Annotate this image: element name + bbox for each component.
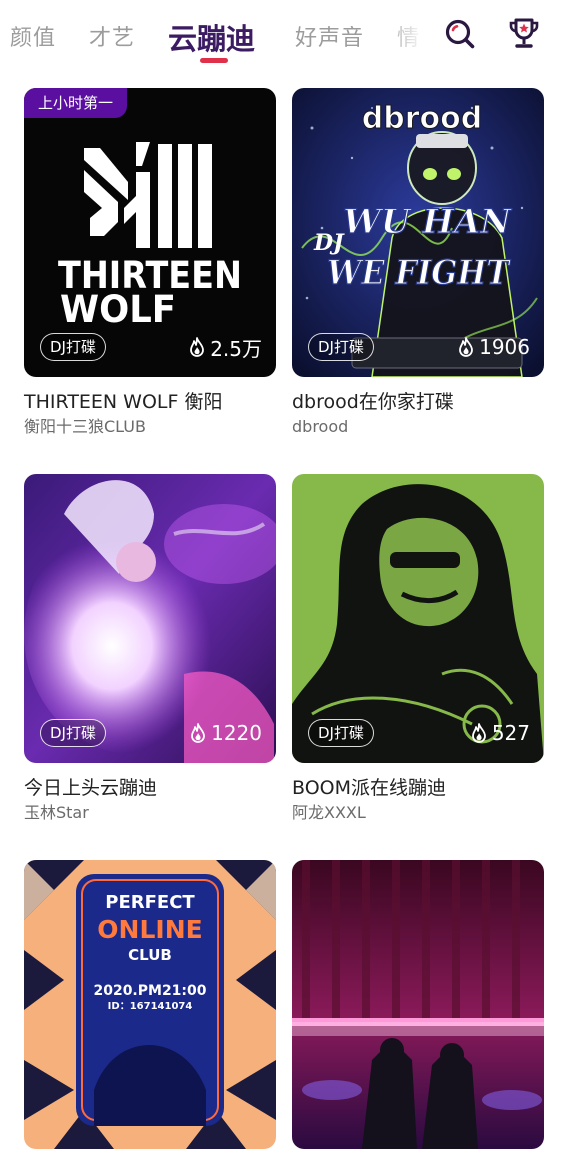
rank-badge: 上小时第一 [24,88,128,118]
flame-icon [459,337,473,357]
room-host: 阿龙XXXL [292,803,366,822]
cover-text-id: ID：167141074 [108,1001,193,1012]
cover-text-dj: DJ [313,230,345,256]
flame-icon [190,337,205,357]
live-room-card-6[interactable] [292,860,544,1149]
category-tab-bar: 颜值 才艺 云蹦迪 好声音 情 [0,0,568,72]
search-button[interactable] [442,14,478,54]
heat-value: 1906 [479,335,530,359]
tab-caiyi[interactable]: 才艺 [89,20,135,52]
room-title: dbrood在你家打碟 [292,391,454,413]
room-title: BOOM派在线蹦迪 [292,777,447,799]
room-cover: THIRTEEN WOLF 上小时第一 DJ打碟 2.5万 [24,88,276,377]
heat-count: 527 [471,721,530,745]
room-title: THIRTEEN WOLF 衡阳 [24,391,223,413]
tab-yunbengdi[interactable]: 云蹦迪 [168,16,255,58]
cover-text-dbrood: dbrood [362,101,482,136]
heat-value: 527 [491,721,530,745]
tab-yanzhi[interactable]: 颜值 [10,20,56,52]
heat-value: 2.5万 [210,336,262,361]
flame-icon [191,723,205,743]
heat-count: 1220 [190,721,262,745]
room-host: dbrood [292,417,349,436]
cover-art-perfect-online-club: PERFECT ONLINE CLUB 2020.PM21:00 ID：1671… [24,860,276,1149]
cover-text-perfect: PERFECT [105,892,195,913]
cover-text-wefight: WE FIGHT [327,253,511,293]
cover-art-stage-lights [292,860,544,1149]
leaderboard-button[interactable] [506,14,542,54]
room-title: 今日上头云蹦迪 [24,777,158,799]
heat-count: 1906 [458,335,530,359]
category-tag: DJ打碟 [308,333,374,361]
room-host: 玉林Star [24,803,89,822]
room-cover [292,860,544,1149]
category-tag: DJ打碟 [308,719,374,747]
room-cover: PERFECT ONLINE CLUB 2020.PM21:00 ID：1671… [24,860,276,1149]
tab-fade [382,0,432,72]
room-cover: DJ打碟 1220 [24,474,276,763]
live-room-card-1[interactable]: THIRTEEN WOLF 上小时第一 DJ打碟 2.5万 THIRTEEN W… [24,88,276,437]
room-cover: DJ打碟 527 [292,474,544,763]
category-tag: DJ打碟 [40,719,106,747]
cover-text-time: 2020.PM21:00 [93,983,206,999]
cover-text-club: CLUB [128,946,172,964]
cover-text-online: ONLINE [97,915,202,944]
live-room-card-4[interactable]: DJ打碟 527 BOOM派在线蹦迪 阿龙XXXL [292,474,544,823]
active-tab-indicator [200,58,228,63]
cover-text-wolf: WOLF [60,288,176,331]
live-room-card-5[interactable]: PERFECT ONLINE CLUB 2020.PM21:00 ID：1671… [24,860,276,1149]
search-icon [445,19,475,49]
live-room-card-2[interactable]: dbrood WU HAN WE FIGHT DJ DJ打碟 1906 dbro… [292,88,544,437]
room-cover: dbrood WU HAN WE FIGHT DJ DJ打碟 1906 [292,88,544,377]
trophy-icon [509,18,539,48]
category-tag: DJ打碟 [40,333,106,361]
flame-icon [471,723,486,743]
tab-haoshengyin[interactable]: 好声音 [295,20,364,52]
cover-text-wuhan: WU HAN [343,202,513,242]
heat-value: 1220 [211,721,262,745]
heat-count: 2.5万 [189,335,262,361]
room-host: 衡阳十三狼CLUB [24,417,146,436]
live-room-card-3[interactable]: DJ打碟 1220 今日上头云蹦迪 玉林Star [24,474,276,823]
